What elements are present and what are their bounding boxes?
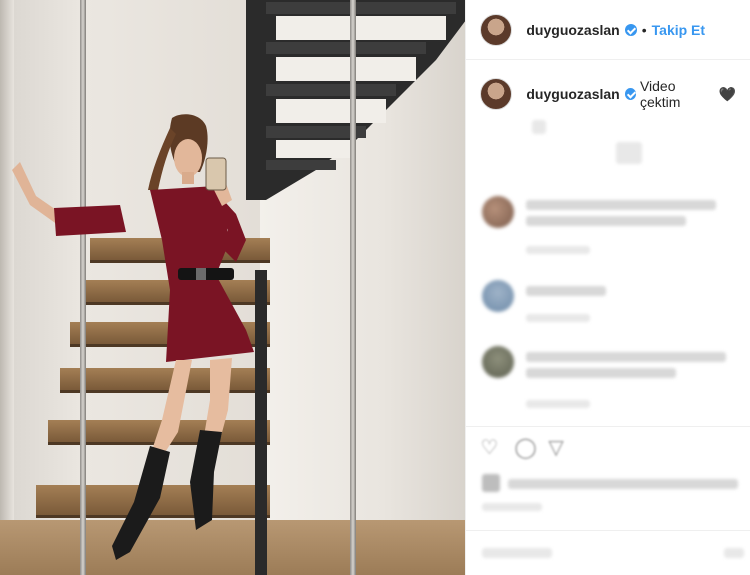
comment-avatar[interactable] — [482, 346, 515, 378]
comment-icon[interactable]: ◯ — [514, 436, 538, 460]
verified-badge-icon — [624, 88, 636, 100]
comment-avatar[interactable] — [482, 196, 515, 228]
verified-badge-icon — [624, 23, 637, 36]
follow-button[interactable]: Takip Et — [652, 22, 705, 38]
share-icon[interactable]: ▽ — [548, 436, 572, 460]
blurred-comment-meta — [526, 400, 591, 408]
caption: duyguozaslan Video çektim 🖤 — [466, 60, 750, 110]
blurred-comment-text — [526, 216, 687, 226]
caption-avatar[interactable] — [480, 78, 513, 110]
header-username[interactable]: duyguozaslan — [526, 22, 619, 38]
blurred-post-button[interactable] — [724, 548, 745, 558]
blurred-comment-text — [526, 368, 677, 378]
blurred-comment-text — [526, 286, 607, 296]
blurred-comment-input[interactable] — [482, 548, 553, 558]
blurred-caption-line — [532, 120, 547, 134]
divider — [466, 426, 750, 427]
blurred-likes-avatar — [482, 474, 501, 492]
divider — [466, 530, 750, 531]
blurred-comment-meta — [526, 246, 591, 254]
post-sidebar: duyguozaslan • Takip Et duyguozaslan Vid… — [465, 0, 750, 575]
caption-username[interactable]: duyguozaslan — [526, 86, 619, 102]
black-heart-emoji: 🖤 — [718, 85, 736, 102]
person-figure — [12, 114, 254, 560]
comment-avatar[interactable] — [482, 280, 515, 312]
blurred-comment-text — [526, 352, 727, 362]
heart-icon[interactable]: ♡ — [480, 436, 504, 460]
separator-dot: • — [641, 21, 647, 38]
instagram-post: duyguozaslan • Takip Et duyguozaslan Vid… — [0, 0, 750, 575]
avatar[interactable] — [480, 13, 513, 46]
blurred-timestamp — [482, 503, 543, 511]
blurred-likes-text — [508, 479, 739, 489]
blurred-caption-line — [616, 142, 643, 164]
blurred-comment-meta — [526, 314, 591, 322]
caption-text: Video çektim — [639, 78, 681, 110]
post-photo — [0, 0, 466, 575]
post-header: duyguozaslan • Takip Et — [466, 0, 750, 60]
blurred-comment-text — [526, 200, 717, 210]
action-bar: ♡ ◯ ▽ — [480, 436, 572, 460]
